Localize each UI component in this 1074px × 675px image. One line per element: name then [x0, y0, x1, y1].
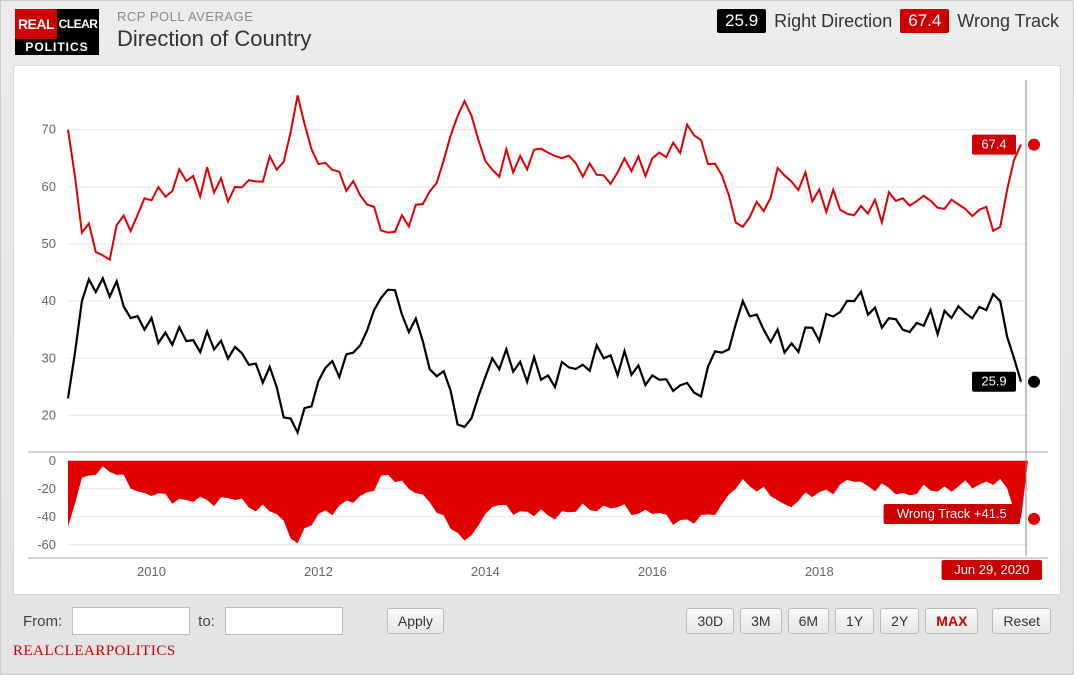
from-input[interactable]	[72, 607, 190, 635]
svg-text:2014: 2014	[471, 564, 500, 579]
to-label: to:	[198, 613, 215, 630]
header: REAL CLEAR POLITICS RCP POLL AVERAGE Dir…	[1, 1, 1073, 59]
chart-container[interactable]: 20 30 40 50 60 70 2010 2012 2014 2016 2018 0 -20 -40 -…	[13, 65, 1061, 595]
svg-text:Jun 29, 2020: Jun 29, 2020	[954, 562, 1029, 577]
app-frame: REAL CLEAR POLITICS RCP POLL AVERAGE Dir…	[0, 0, 1074, 675]
page-title: Direction of Country	[117, 26, 311, 52]
svg-text:50: 50	[42, 236, 56, 251]
range-max-button[interactable]: MAX	[925, 608, 978, 634]
legend: 25.9 Right Direction 67.4 Wrong Track	[717, 9, 1059, 33]
legend-wrong-label: Wrong Track	[957, 11, 1059, 32]
logo-politics: POLITICS	[15, 39, 99, 55]
svg-text:67.4: 67.4	[981, 137, 1006, 152]
svg-text:2018: 2018	[805, 564, 834, 579]
page-subtitle: RCP POLL AVERAGE	[117, 9, 311, 24]
range-toolbar: From: to: Apply 30D3M 6M1Y2YMAX Reset	[1, 601, 1073, 643]
range-6m-button[interactable]: 6M	[788, 608, 829, 634]
range-2y-button[interactable]: 2Y	[880, 608, 919, 634]
svg-text:30: 30	[42, 350, 56, 365]
svg-text:2016: 2016	[638, 564, 667, 579]
title-block: RCP POLL AVERAGE Direction of Country	[117, 9, 311, 52]
svg-text:Wrong Track +41.5: Wrong Track +41.5	[897, 506, 1007, 521]
range-1y-button[interactable]: 1Y	[835, 608, 874, 634]
chart-svg: 20 30 40 50 60 70 2010 2012 2014 2016 2018 0 -20 -40 -…	[14, 66, 1062, 594]
rcp-logo: REAL CLEAR POLITICS	[15, 9, 99, 55]
to-input[interactable]	[225, 607, 343, 635]
logo-real: REAL	[15, 9, 57, 39]
svg-text:2012: 2012	[304, 564, 333, 579]
svg-text:40: 40	[42, 293, 56, 308]
legend-right-label: Right Direction	[774, 11, 892, 32]
svg-text:0: 0	[49, 453, 56, 468]
svg-text:2010: 2010	[137, 564, 166, 579]
svg-text:-60: -60	[37, 537, 56, 552]
legend-wrong-value: 67.4	[900, 9, 949, 33]
svg-text:25.9: 25.9	[981, 374, 1006, 389]
range-30d-button[interactable]: 30D	[686, 608, 734, 634]
range-buttons: 30D3M 6M1Y2YMAX	[686, 608, 984, 634]
from-label: From:	[23, 613, 62, 630]
svg-text:-40: -40	[37, 509, 56, 524]
svg-text:-20: -20	[37, 481, 56, 496]
logo-clear: CLEAR	[57, 9, 99, 39]
svg-text:20: 20	[42, 407, 56, 422]
legend-right-value: 25.9	[717, 9, 766, 33]
svg-text:70: 70	[42, 122, 56, 137]
footer-brand: REALCLEARPOLITICS	[1, 643, 1073, 668]
reset-button[interactable]: Reset	[992, 608, 1051, 634]
apply-button[interactable]: Apply	[387, 608, 444, 634]
range-3m-button[interactable]: 3M	[740, 608, 781, 634]
svg-text:60: 60	[42, 179, 56, 194]
